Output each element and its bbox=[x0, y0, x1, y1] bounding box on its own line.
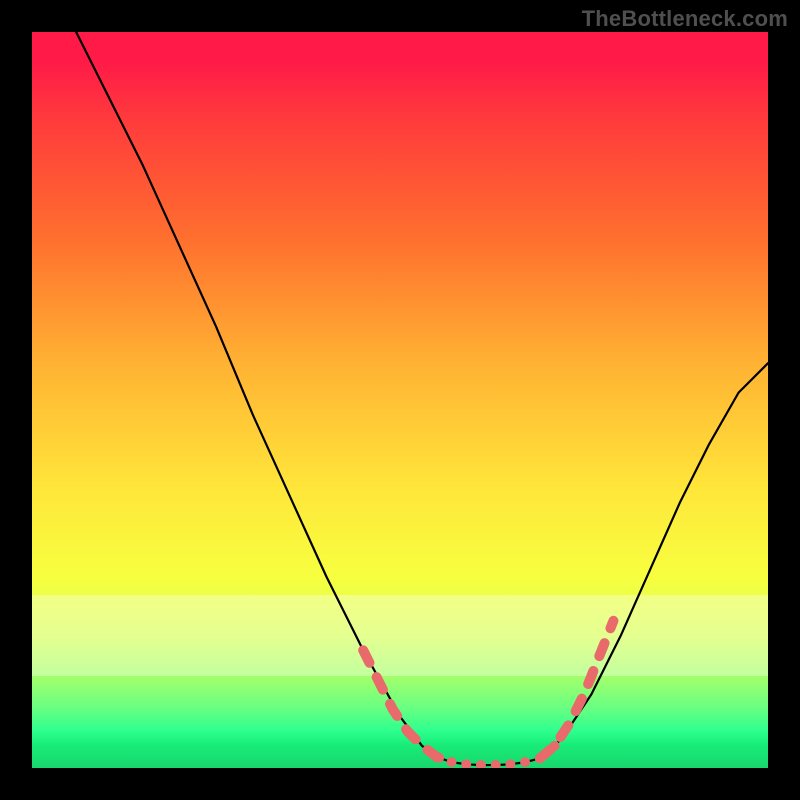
series-path-dashed-left bbox=[363, 650, 451, 762]
curve-layer bbox=[32, 32, 768, 768]
series-dot-dotted-floor bbox=[505, 759, 515, 768]
chart-frame: TheBottleneck.com bbox=[0, 0, 800, 800]
series-group bbox=[76, 32, 768, 768]
series-dot-dotted-floor bbox=[461, 759, 471, 768]
series-dot-dotted-floor bbox=[550, 741, 560, 751]
series-path-dashed-right bbox=[540, 621, 614, 759]
watermark-label: TheBottleneck.com bbox=[582, 6, 788, 32]
series-dot-dotted-floor bbox=[447, 757, 457, 767]
series-path-left-curve bbox=[76, 32, 451, 762]
series-path-right-curve bbox=[540, 363, 768, 758]
series-dot-dotted-floor bbox=[476, 760, 486, 768]
series-dot-dotted-floor bbox=[432, 752, 442, 762]
series-dot-dotted-floor bbox=[535, 753, 545, 763]
series-dot-dotted-floor bbox=[520, 757, 530, 767]
series-dot-dotted-floor bbox=[491, 760, 501, 768]
plot-area bbox=[32, 32, 768, 768]
